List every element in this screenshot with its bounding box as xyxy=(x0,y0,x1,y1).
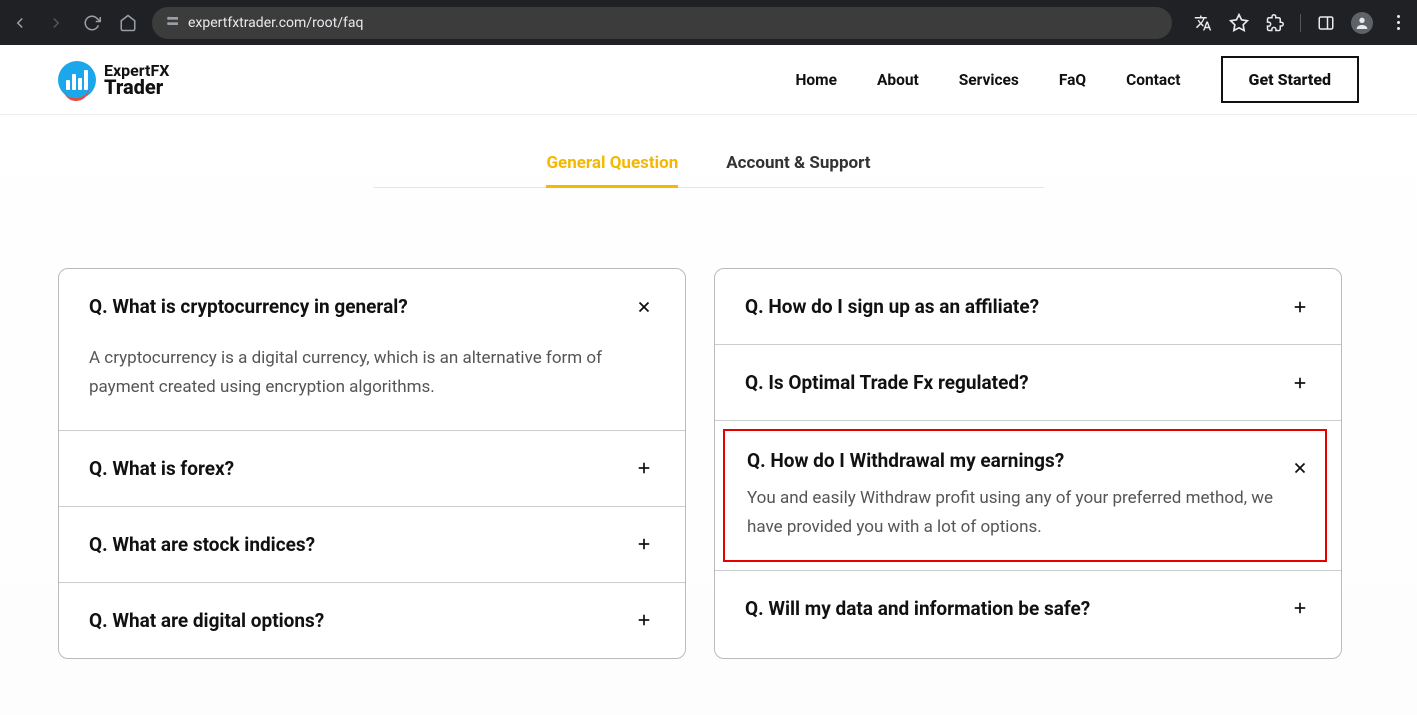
nav-about[interactable]: About xyxy=(877,71,919,89)
logo-icon xyxy=(58,61,96,99)
plus-icon xyxy=(1289,597,1311,619)
faq-toggle-header[interactable]: Q. Will my data and information be safe? xyxy=(715,571,1341,646)
faq-item-digital-options: Q. What are digital options? xyxy=(59,583,685,658)
faq-toggle-header[interactable]: Q. Is Optimal Trade Fx regulated? xyxy=(715,345,1341,420)
plus-icon xyxy=(633,533,655,555)
faq-item-data-safe: Q. Will my data and information be safe? xyxy=(715,571,1341,646)
faq-question: Q. What are stock indices? xyxy=(89,533,315,556)
faq-answer: You and easily Withdraw profit using any… xyxy=(725,484,1325,560)
tab-general-question[interactable]: General Question xyxy=(546,153,678,187)
nav-contact[interactable]: Contact xyxy=(1126,71,1180,89)
faq-toggle-header[interactable]: Q. What are stock indices? xyxy=(59,507,685,582)
faq-question: Q. Is Optimal Trade Fx regulated? xyxy=(745,371,1029,394)
faq-toggle-header[interactable]: Q. How do I Withdrawal my earnings? xyxy=(725,431,1325,484)
tab-account-support[interactable]: Account & Support xyxy=(726,153,870,187)
logo-text-2: Trader xyxy=(104,77,169,97)
faq-toggle-header[interactable]: Q. What are digital options? xyxy=(59,583,685,658)
address-bar[interactable]: expertfxtrader.com/root/faq xyxy=(152,7,1172,39)
plus-icon xyxy=(633,457,655,479)
bookmark-star-icon[interactable] xyxy=(1228,12,1250,34)
faq-left-column: Q. What is cryptocurrency in general? A … xyxy=(58,268,686,659)
faq-question: Q. What is cryptocurrency in general? xyxy=(89,295,408,318)
site-header: ExpertFX Trader Home About Services FaQ … xyxy=(0,45,1417,115)
plus-icon xyxy=(1289,372,1311,394)
profile-avatar[interactable] xyxy=(1351,12,1373,34)
faq-question: Q. What are digital options? xyxy=(89,609,324,632)
main-nav: Home About Services FaQ Contact xyxy=(795,71,1180,89)
extensions-icon[interactable] xyxy=(1264,12,1286,34)
toolbar-divider xyxy=(1300,14,1301,32)
faq-question: Q. How do I sign up as an affiliate? xyxy=(745,295,1039,318)
sidepanel-icon[interactable] xyxy=(1315,12,1337,34)
faq-right-column: Q. How do I sign up as an affiliate? Q. … xyxy=(714,268,1342,659)
faq-item-stock-indices: Q. What are stock indices? xyxy=(59,507,685,583)
faq-item-withdrawal: Q. How do I Withdrawal my earnings? You … xyxy=(715,429,1341,571)
back-button[interactable] xyxy=(8,11,32,35)
plus-icon xyxy=(633,609,655,631)
faq-question: Q. How do I Withdrawal my earnings? xyxy=(747,449,1064,472)
highlight-box: Q. How do I Withdrawal my earnings? You … xyxy=(723,429,1327,562)
faq-question: Q. Will my data and information be safe? xyxy=(745,597,1090,620)
nav-home[interactable]: Home xyxy=(795,71,837,89)
site-settings-icon[interactable] xyxy=(164,13,180,33)
nav-services[interactable]: Services xyxy=(959,71,1019,89)
home-button[interactable] xyxy=(116,11,140,35)
faq-toggle-header[interactable]: Q. How do I sign up as an affiliate? xyxy=(715,269,1341,344)
faq-question: Q. What is forex? xyxy=(89,457,234,480)
faq-toggle-header[interactable]: Q. What is cryptocurrency in general? xyxy=(59,269,685,344)
translate-icon[interactable] xyxy=(1192,12,1214,34)
logo[interactable]: ExpertFX Trader xyxy=(58,61,169,99)
faq-tabs: General Question Account & Support xyxy=(374,153,1044,188)
close-icon[interactable] xyxy=(1289,457,1311,479)
close-icon xyxy=(633,296,655,318)
faq-toggle-header[interactable]: Q. What is forex? xyxy=(59,431,685,506)
plus-icon xyxy=(1289,296,1311,318)
url-text: expertfxtrader.com/root/faq xyxy=(188,15,363,31)
faq-answer: A cryptocurrency is a digital currency, … xyxy=(59,344,685,430)
forward-button[interactable] xyxy=(44,11,68,35)
faq-item-regulated: Q. Is Optimal Trade Fx regulated? xyxy=(715,345,1341,421)
faq-item-forex: Q. What is forex? xyxy=(59,431,685,507)
reload-button[interactable] xyxy=(80,11,104,35)
faq-item-cryptocurrency: Q. What is cryptocurrency in general? A … xyxy=(59,269,685,431)
faq-grid: Q. What is cryptocurrency in general? A … xyxy=(0,188,1400,689)
get-started-button[interactable]: Get Started xyxy=(1221,56,1359,103)
nav-faq[interactable]: FaQ xyxy=(1059,71,1086,89)
browser-toolbar: expertfxtrader.com/root/faq xyxy=(0,0,1417,45)
faq-item-affiliate: Q. How do I sign up as an affiliate? xyxy=(715,269,1341,345)
menu-dots-icon[interactable] xyxy=(1387,12,1409,34)
